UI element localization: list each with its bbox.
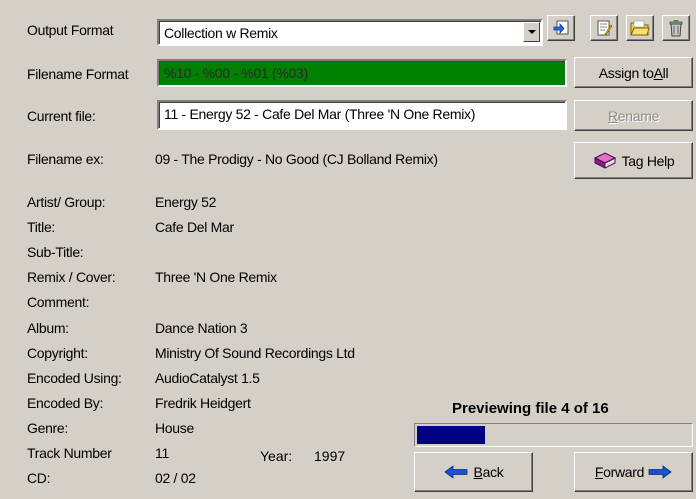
tag-label: Artist/ Group:	[27, 194, 106, 210]
tag-value: Dance Nation 3	[155, 320, 248, 336]
tag-label: Copyright:	[27, 345, 88, 361]
tag-value: 02 / 02	[155, 470, 196, 486]
output-format-value: Collection w Remix	[164, 25, 278, 41]
tag-value: 11	[155, 445, 169, 461]
tag-label: Track Number	[27, 445, 112, 461]
tag-value: Energy 52	[155, 194, 217, 210]
tag-value: Fredrik Heidgert	[155, 395, 251, 411]
forward-label-accel: F	[594, 464, 604, 480]
tag-label: Sub-Title:	[27, 244, 84, 260]
delete-format-button[interactable]	[662, 15, 690, 41]
rename-label-accel: R	[607, 107, 618, 124]
tag-value: AudioCatalyst 1.5	[155, 370, 260, 386]
arrow-left-icon	[443, 465, 467, 479]
load-format-button[interactable]	[547, 15, 575, 41]
load-icon	[553, 20, 569, 35]
filename-format-label: Filename Format	[27, 66, 129, 82]
folder-icon	[630, 20, 650, 36]
tag-value: Cafe Del Mar	[155, 219, 234, 235]
year-value: 1997	[314, 448, 346, 464]
output-format-select[interactable]: Collection w Remix	[157, 19, 543, 46]
tag-label: Title:	[27, 219, 56, 235]
assign-label-post: ll	[662, 64, 669, 81]
filename-format-value: %10 - %00 - %01 (%03)	[164, 65, 308, 81]
tag-label: CD:	[27, 470, 51, 486]
current-file-value: 11 - Energy 52 - Cafe Del Mar (Three 'N …	[164, 106, 476, 122]
tag-help-button[interactable]: Tag Help	[574, 142, 693, 179]
assign-label-accel: A	[653, 64, 663, 81]
preview-progress-bar	[414, 423, 693, 447]
rename-button[interactable]: Rename	[574, 100, 693, 131]
tag-value: Ministry Of Sound Recordings Ltd	[155, 345, 355, 361]
filename-format-input[interactable]: %10 - %00 - %01 (%03)	[157, 59, 567, 87]
tag-value: House	[155, 420, 194, 436]
edit-format-button[interactable]	[590, 15, 618, 41]
current-file-label: Current file:	[27, 108, 96, 124]
tag-label: Encoded By:	[27, 395, 104, 411]
chevron-down-icon[interactable]	[523, 22, 540, 42]
tag-label: Remix / Cover:	[27, 269, 116, 285]
tag-label: Genre:	[27, 420, 68, 436]
forward-label-post: orward	[603, 464, 645, 480]
tag-help-label: Tag Help	[621, 152, 675, 169]
filename-example-value: 09 - The Prodigy - No Good (CJ Bolland R…	[155, 151, 438, 167]
forward-button[interactable]: Forward	[574, 452, 693, 492]
tag-value: Three 'N One Remix	[155, 269, 277, 285]
edit-icon	[597, 20, 613, 36]
back-label-accel: B	[473, 464, 483, 480]
open-folder-button[interactable]	[626, 15, 654, 41]
arrow-right-icon	[648, 465, 672, 479]
current-file-input[interactable]: 11 - Energy 52 - Cafe Del Mar (Three 'N …	[157, 100, 567, 130]
tag-label: Album:	[27, 320, 69, 336]
output-format-label: Output Format	[27, 22, 114, 38]
book-icon	[593, 151, 616, 169]
rename-label-post: ename	[617, 107, 660, 124]
progress-fill	[417, 426, 485, 444]
back-button[interactable]: Back	[414, 452, 533, 492]
preview-status: Previewing file 4 of 16	[452, 400, 609, 417]
delete-icon	[669, 20, 683, 37]
back-label-post: ack	[482, 464, 504, 480]
tag-label: Encoded Using:	[27, 370, 122, 386]
assign-to-all-button[interactable]: Assign to All	[574, 57, 693, 88]
tag-label: Comment:	[27, 294, 90, 310]
filename-example-label: Filename ex:	[27, 151, 104, 167]
year-label: Year:	[260, 448, 293, 464]
assign-label-pre: Assign to	[598, 64, 654, 81]
